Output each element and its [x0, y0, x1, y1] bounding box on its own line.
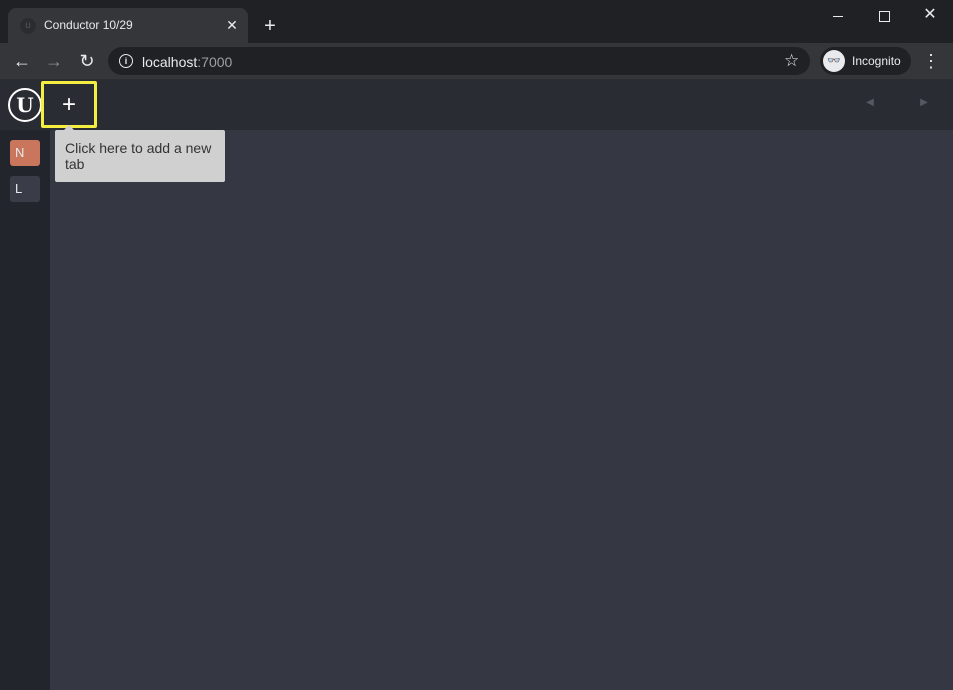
browser-toolbar: ← → ↻ i localhost:7000 ☆ 👓 Incognito ⋮: [0, 43, 953, 79]
reload-button[interactable]: ↻: [74, 48, 100, 74]
window-close-button[interactable]: ✕: [907, 0, 953, 30]
maximize-icon: [878, 10, 890, 22]
incognito-icon: 👓: [823, 50, 845, 72]
tab-title: Conductor 10/29: [44, 18, 133, 32]
window-minimize-button[interactable]: [815, 0, 861, 30]
browser-titlebar: u Conductor 10/29 ✕ + ✕: [0, 0, 953, 43]
browser-tab[interactable]: u Conductor 10/29 ✕: [8, 8, 248, 43]
minimize-icon: [833, 15, 843, 17]
url-port: :7000: [197, 54, 233, 70]
browser-menu-icon[interactable]: ⋮: [921, 48, 941, 74]
url-text[interactable]: localhost:7000: [142, 54, 232, 70]
sidebar-item-l[interactable]: L: [10, 176, 40, 202]
bookmark-star-icon[interactable]: ☆: [784, 51, 799, 71]
main-content-area: [50, 130, 953, 690]
new-browser-tab-button[interactable]: +: [258, 14, 282, 38]
address-bar[interactable]: i localhost:7000 ☆: [108, 47, 810, 75]
sidebar-item-n[interactable]: N: [10, 140, 40, 166]
app-sidebar: N L: [0, 130, 50, 690]
tab-favicon-icon: u: [20, 18, 36, 34]
scroll-right-icon[interactable]: ▶: [916, 93, 932, 113]
window-maximize-button[interactable]: [861, 0, 907, 30]
incognito-profile-button[interactable]: 👓 Incognito: [820, 47, 911, 75]
tab-close-icon[interactable]: ✕: [222, 15, 242, 35]
back-button[interactable]: ←: [9, 48, 35, 74]
add-tab-tooltip: Click here to add a new tab: [55, 130, 225, 182]
add-tab-button[interactable]: +: [41, 81, 97, 128]
unreal-logo-icon: U: [8, 88, 42, 122]
scroll-left-icon[interactable]: ◀: [862, 93, 878, 113]
forward-button[interactable]: →: [41, 48, 67, 74]
incognito-label: Incognito: [852, 54, 901, 68]
info-icon[interactable]: i: [119, 54, 133, 68]
app-header: U + ◀ ▶: [0, 79, 953, 130]
url-host: localhost: [142, 54, 198, 70]
